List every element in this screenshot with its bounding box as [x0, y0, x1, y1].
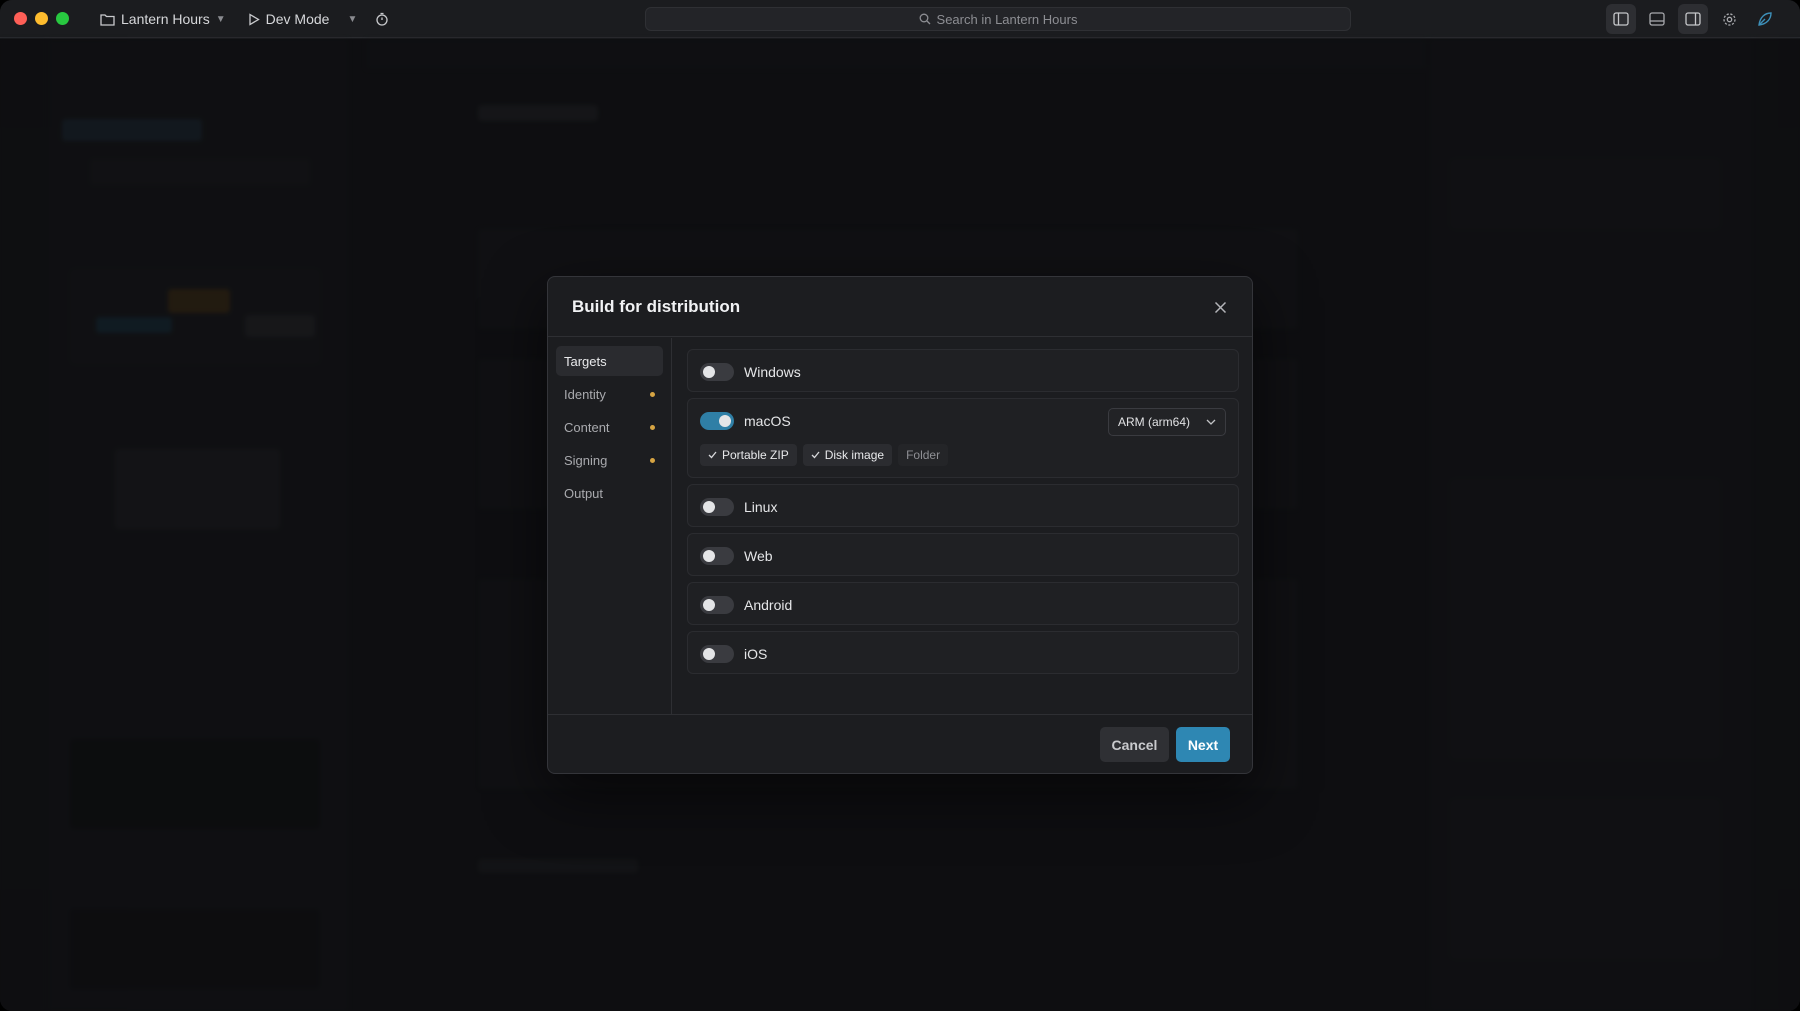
- settings-button[interactable]: [1714, 4, 1744, 34]
- pending-dot: [650, 391, 655, 397]
- dialog-title: Build for distribution: [572, 297, 741, 316]
- title-bar: Lantern Hours ▼ Dev Mode ▼ Search in Lan…: [0, 0, 1800, 38]
- search-placeholder: Search in Lantern Hours: [936, 11, 1078, 27]
- target-ios: iOS: [687, 631, 1239, 674]
- window-controls: [14, 12, 69, 25]
- target-linux: Linux: [687, 484, 1239, 527]
- next-button[interactable]: Next: [1176, 727, 1230, 762]
- title-bar-left: Lantern Hours ▼ Dev Mode ▼: [96, 0, 393, 38]
- linux-toggle[interactable]: [700, 497, 734, 516]
- target-label: Android: [744, 596, 793, 613]
- step-output[interactable]: Output: [556, 478, 663, 508]
- search-bar[interactable]: Search in Lantern Hours: [645, 7, 1351, 31]
- toggle-right-sidebar-button[interactable]: [1678, 4, 1708, 34]
- target-label: macOS: [744, 412, 791, 429]
- step-label: Output: [564, 485, 604, 501]
- assistant-button[interactable]: [1750, 4, 1780, 34]
- target-android: Android: [687, 582, 1239, 625]
- target-label: Web: [744, 547, 773, 564]
- close-dialog-button[interactable]: [1208, 295, 1232, 319]
- folder-icon: [100, 13, 115, 26]
- android-toggle[interactable]: [700, 595, 734, 614]
- dialog-header: Build for distribution: [548, 277, 1252, 337]
- dialog-footer: Cancel Next: [548, 714, 1252, 775]
- format-chip-portable-zip[interactable]: Portable ZIP: [700, 444, 797, 466]
- toggle-bottom-panel-button[interactable]: [1642, 4, 1672, 34]
- format-label: Disk image: [824, 448, 885, 462]
- check-icon: [811, 451, 820, 459]
- targets-list: Windows macOS ARM (arm64) Portable ZIP D…: [673, 338, 1253, 714]
- check-icon: [708, 451, 717, 459]
- mode-label: Dev Mode: [265, 11, 330, 27]
- format-chip-folder[interactable]: Folder: [898, 444, 949, 466]
- dialog-step-nav: Targets Identity Content Signing Output: [548, 338, 672, 714]
- sidebar-left-icon: [1613, 12, 1629, 26]
- timer-button[interactable]: [371, 6, 393, 32]
- stopwatch-icon: [376, 12, 388, 26]
- title-bar-right: [1606, 4, 1780, 34]
- project-name: Lantern Hours: [121, 11, 210, 27]
- leaf-icon: [1758, 12, 1772, 26]
- step-label: Identity: [564, 386, 606, 402]
- play-icon: [248, 12, 260, 26]
- sidebar-right-icon: [1685, 12, 1701, 26]
- chevron-down-icon: ▼: [215, 13, 226, 25]
- architecture-value: ARM (arm64): [1118, 415, 1191, 429]
- step-label: Content: [564, 419, 610, 435]
- target-web: Web: [687, 533, 1239, 576]
- format-chip-disk-image[interactable]: Disk image: [802, 444, 893, 466]
- run-mode-selector[interactable]: Dev Mode ▼: [244, 6, 362, 32]
- ios-toggle[interactable]: [700, 644, 734, 663]
- target-label: Linux: [744, 498, 778, 515]
- gear-icon: [1722, 12, 1736, 26]
- target-label: Windows: [744, 363, 801, 380]
- format-label: Portable ZIP: [722, 448, 789, 462]
- windows-toggle[interactable]: [700, 362, 734, 381]
- close-window-button[interactable]: [14, 12, 27, 25]
- format-label: Folder: [906, 448, 941, 462]
- chevron-down-icon: ▼: [347, 13, 358, 25]
- app-window: Lantern Hours ▼ Dev Mode ▼ Search in Lan…: [0, 0, 1800, 1011]
- target-windows: Windows: [687, 349, 1239, 392]
- step-label: Signing: [564, 452, 608, 468]
- macos-format-options: Portable ZIP Disk image Folder: [700, 444, 949, 466]
- chevron-down-icon: [1206, 419, 1216, 425]
- cancel-button[interactable]: Cancel: [1100, 727, 1169, 762]
- pending-dot: [650, 424, 655, 430]
- architecture-select[interactable]: ARM (arm64): [1108, 408, 1226, 436]
- toggle-left-sidebar-button[interactable]: [1606, 4, 1636, 34]
- macos-toggle[interactable]: [700, 411, 734, 430]
- panel-bottom-icon: [1649, 12, 1665, 26]
- build-dialog: Build for distribution Targets Identity …: [547, 276, 1253, 774]
- step-identity[interactable]: Identity: [556, 379, 663, 409]
- step-label: Targets: [564, 353, 607, 369]
- search-icon: [919, 13, 930, 25]
- step-targets[interactable]: Targets: [556, 346, 663, 376]
- minimize-window-button[interactable]: [35, 12, 48, 25]
- target-macos: macOS ARM (arm64) Portable ZIP Disk imag…: [687, 398, 1239, 478]
- web-toggle[interactable]: [700, 546, 734, 565]
- step-content[interactable]: Content: [556, 412, 663, 442]
- project-switcher[interactable]: Lantern Hours ▼: [96, 6, 230, 32]
- target-label: iOS: [744, 645, 768, 662]
- pending-dot: [650, 457, 655, 463]
- zoom-window-button[interactable]: [56, 12, 69, 25]
- step-signing[interactable]: Signing: [556, 445, 663, 475]
- close-icon: [1214, 301, 1226, 313]
